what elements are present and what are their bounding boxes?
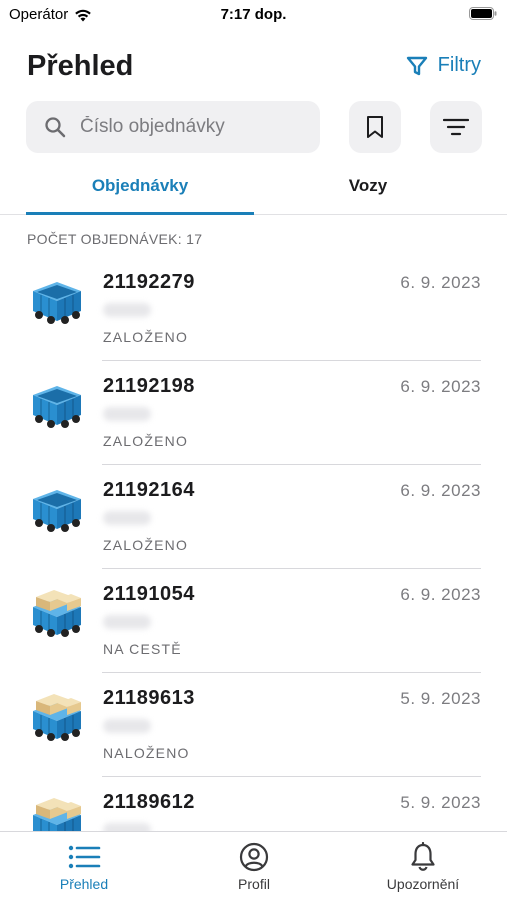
battery-icon xyxy=(469,7,497,25)
list-icon xyxy=(68,845,101,869)
bottom-nav: Přehled Profil Upozornění xyxy=(0,831,507,900)
order-subtitle-redacted xyxy=(103,719,151,733)
nav-alerts-label: Upozornění xyxy=(386,876,460,892)
page-title: Přehled xyxy=(27,50,134,82)
nav-profile[interactable]: Profil xyxy=(194,842,314,892)
order-number: 21189612 xyxy=(103,791,195,813)
order-subtitle-redacted xyxy=(103,303,151,317)
nav-overview-label: Přehled xyxy=(59,876,109,892)
order-date: 6. 9. 2023 xyxy=(400,585,481,604)
loaded-wagon-icon xyxy=(33,694,81,741)
bookmark-button[interactable] xyxy=(349,101,401,153)
nav-alerts[interactable]: Upozornění xyxy=(363,842,483,892)
order-date: 5. 9. 2023 xyxy=(400,793,481,812)
order-number: 21191054 xyxy=(103,583,195,605)
order-status: ZALOŽENO xyxy=(103,537,189,553)
order-date: 6. 9. 2023 xyxy=(400,377,481,396)
order-status: ZALOŽENO xyxy=(103,433,189,449)
sort-button[interactable] xyxy=(430,101,482,153)
status-bar: Operátor 7:17 dop. xyxy=(0,0,507,30)
empty-wagon-icon xyxy=(33,490,81,532)
list-item[interactable]: 21189613 5. 9. 2023 NALOŽENO xyxy=(0,673,507,777)
tab-cars[interactable]: Vozy xyxy=(254,176,482,196)
filter-label: Filtry xyxy=(437,54,481,76)
order-count: POČET OBJEDNÁVEK: 17 xyxy=(27,231,203,247)
empty-wagon-icon xyxy=(33,282,81,324)
filter-icon xyxy=(406,56,427,75)
tab-orders[interactable]: Objednávky xyxy=(26,176,254,196)
order-date: 5. 9. 2023 xyxy=(400,689,481,708)
filter-button[interactable]: Filtry xyxy=(406,54,481,77)
nav-overview[interactable]: Přehled xyxy=(24,842,144,892)
search-input[interactable] xyxy=(80,116,290,138)
order-list: 21192279 6. 9. 2023 ZALOŽENO 21192198 6.… xyxy=(0,257,507,881)
bookmark-icon xyxy=(367,116,383,138)
nav-profile-label: Profil xyxy=(238,876,270,892)
tab-bar: Objednávky Vozy xyxy=(0,162,507,215)
loaded-wagon-icon xyxy=(33,590,81,637)
order-date: 6. 9. 2023 xyxy=(400,481,481,500)
list-item[interactable]: 21192279 6. 9. 2023 ZALOŽENO xyxy=(0,257,507,361)
order-number: 21192164 xyxy=(103,479,195,501)
status-time: 7:17 dop. xyxy=(220,6,287,23)
search-box[interactable] xyxy=(26,101,320,153)
order-number: 21192198 xyxy=(103,375,195,397)
profile-icon xyxy=(239,842,269,872)
search-icon xyxy=(45,117,66,138)
order-number: 21192279 xyxy=(103,271,195,293)
order-status: ZALOŽENO xyxy=(103,329,189,345)
list-item[interactable]: 21191054 6. 9. 2023 NA CESTĚ xyxy=(0,569,507,673)
bell-icon xyxy=(411,842,435,871)
order-subtitle-redacted xyxy=(103,511,151,525)
order-subtitle-redacted xyxy=(103,615,151,629)
order-status: NALOŽENO xyxy=(103,745,190,761)
list-item[interactable]: 21192164 6. 9. 2023 ZALOŽENO xyxy=(0,465,507,569)
sort-lines-icon xyxy=(443,118,469,136)
list-item[interactable]: 21192198 6. 9. 2023 ZALOŽENO xyxy=(0,361,507,465)
order-date: 6. 9. 2023 xyxy=(400,273,481,292)
order-status: NA CESTĚ xyxy=(103,641,182,657)
empty-wagon-icon xyxy=(33,386,81,428)
tab-active-indicator xyxy=(26,212,254,215)
order-subtitle-redacted xyxy=(103,407,151,421)
order-number: 21189613 xyxy=(103,687,195,709)
